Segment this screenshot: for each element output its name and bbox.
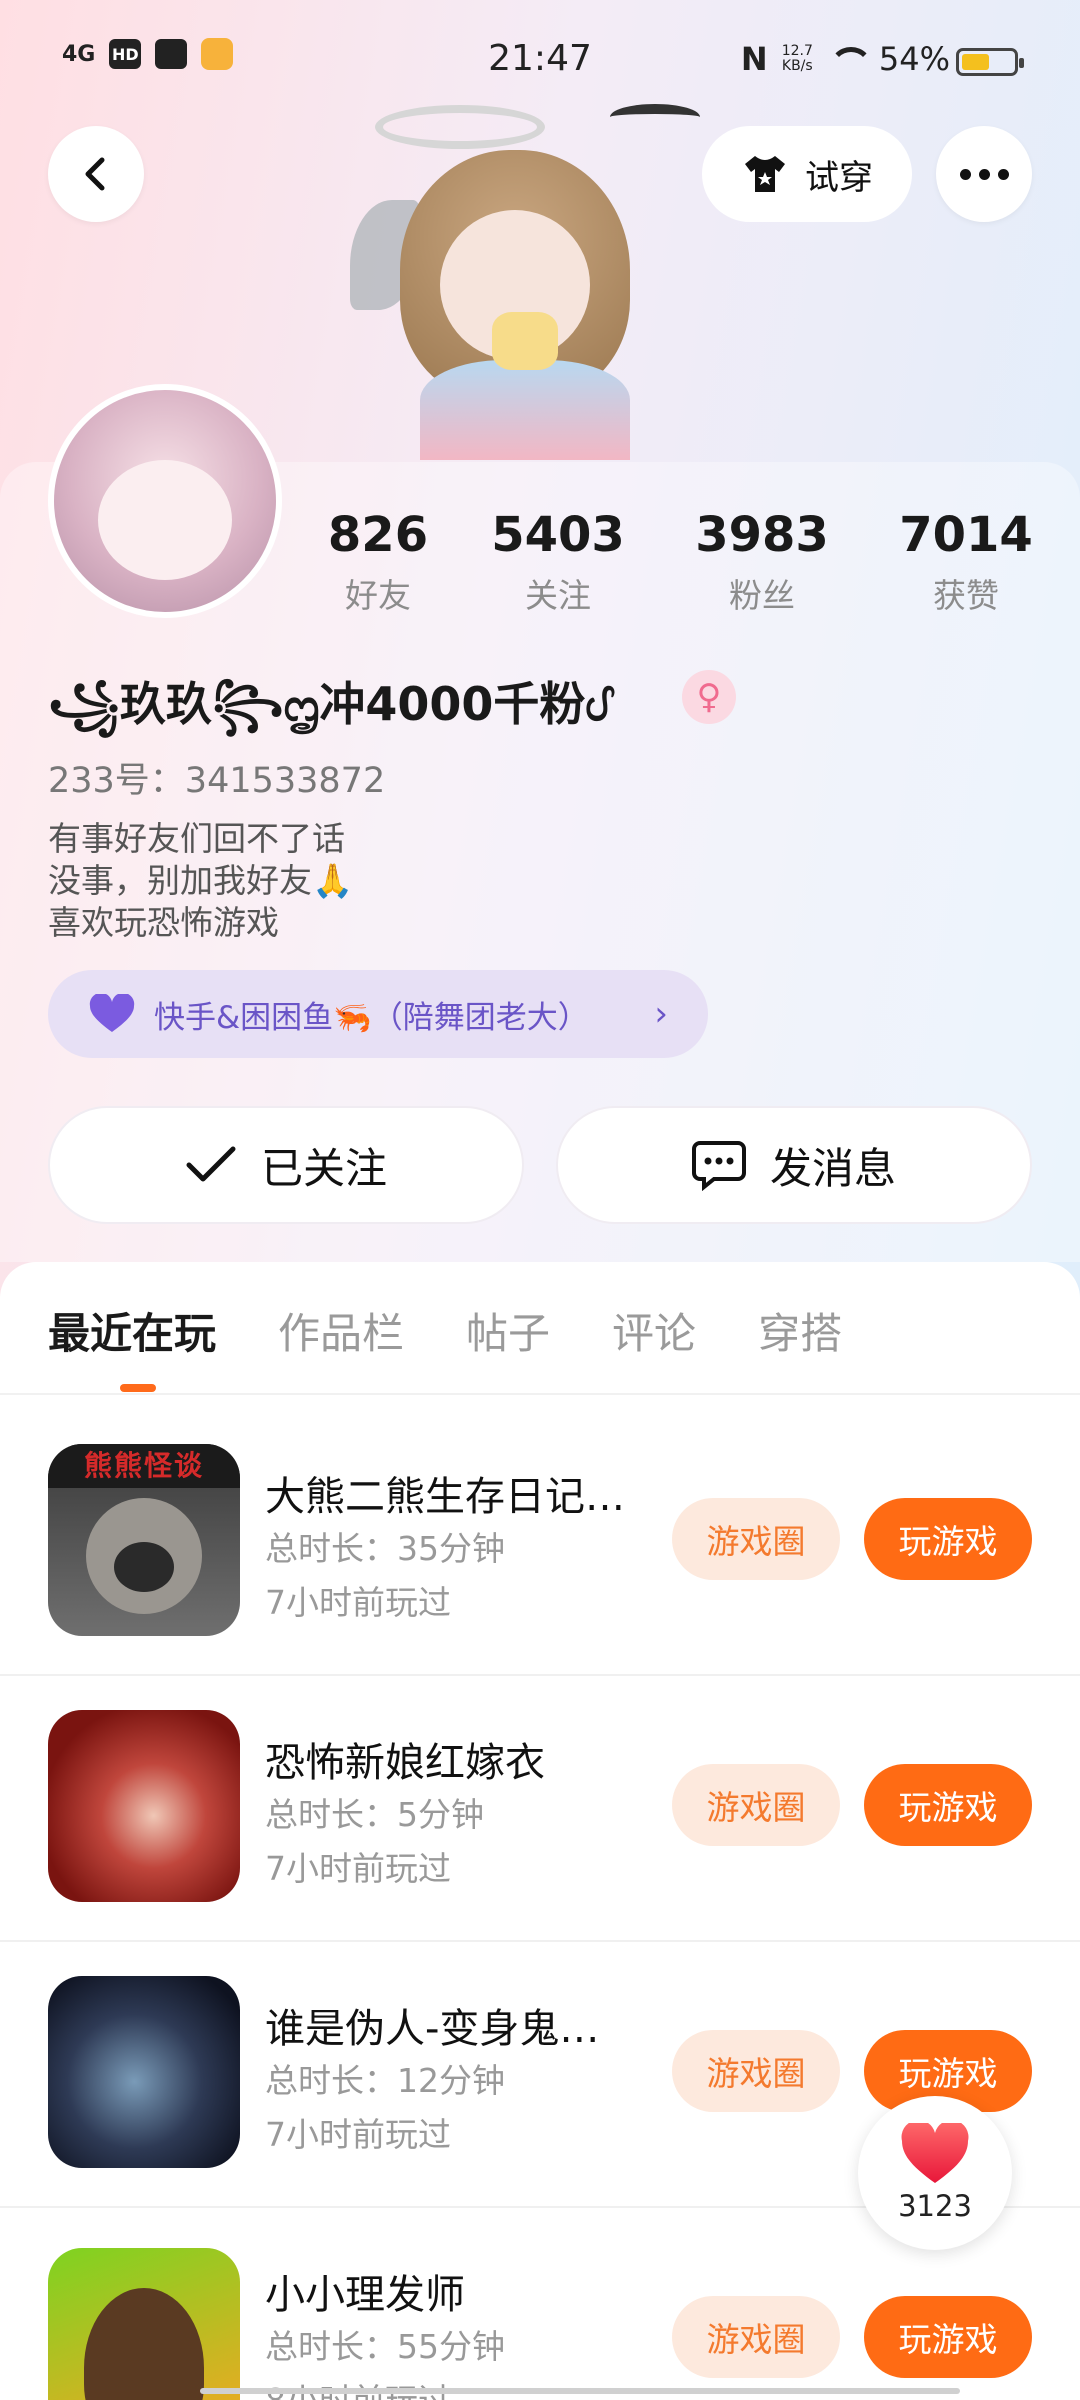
- tab-indicator: [120, 1384, 156, 1392]
- battery-percent: 54%: [878, 40, 950, 78]
- game-circle-button[interactable]: 游戏圈: [672, 2296, 840, 2378]
- game-list-item[interactable]: 熊熊怪谈 大熊二熊生存日记… 总时长：35分钟 7小时前玩过 游戏圈 玩游戏: [0, 1410, 1080, 1676]
- message-button[interactable]: 发消息: [556, 1106, 1032, 1224]
- try-on-label: 试穿: [805, 157, 873, 198]
- play-game-button[interactable]: 玩游戏: [864, 1498, 1032, 1580]
- network-speed-unit: KB/s: [781, 58, 813, 74]
- stat-friends[interactable]: 826 好友: [288, 505, 468, 617]
- tab-comments[interactable]: 评论: [612, 1300, 696, 1361]
- female-icon: ♀: [682, 670, 736, 724]
- game-icon-banner: 熊熊怪谈: [48, 1444, 240, 1488]
- bear-illustration: [86, 1498, 202, 1614]
- network-speed-value: 12.7: [781, 43, 813, 59]
- game-last-played: 7小时前玩过: [265, 2115, 451, 2154]
- game-last-played: 8小时前玩过: [265, 2374, 451, 2400]
- tab-outfits[interactable]: 穿搭: [758, 1300, 842, 1361]
- stat-label: 粉丝: [729, 576, 795, 615]
- user-id[interactable]: 233号：341533872: [48, 752, 385, 803]
- more-button[interactable]: [936, 126, 1032, 222]
- bio-line: 喜欢玩恐怖游戏: [48, 903, 279, 942]
- game-duration: 总时长：55分钟: [265, 2327, 505, 2366]
- nfc-icon: N: [740, 40, 768, 78]
- followed-label: 已关注: [260, 1143, 387, 1193]
- group-tag-label: 快手&困困鱼🦐（陪舞团老大）: [154, 999, 589, 1036]
- group-tag[interactable]: 快手&困困鱼🦐（陪舞团老大） ›: [48, 970, 708, 1058]
- floating-like-button[interactable]: 3123: [858, 2096, 1012, 2250]
- like-count: 3123: [898, 2189, 972, 2223]
- stat-label: 关注: [525, 576, 591, 615]
- avatar-bird: [610, 104, 700, 130]
- tab-recently-played[interactable]: 最近在玩: [48, 1300, 216, 1361]
- stat-fans[interactable]: 3983 粉丝: [672, 505, 852, 617]
- more-dots-icon: [959, 168, 1009, 180]
- chat-bubble-icon: [691, 1141, 746, 1191]
- game-title: 恐怖新娘红嫁衣: [265, 1740, 545, 1786]
- stat-following[interactable]: 5403 关注: [468, 505, 648, 617]
- game-icon[interactable]: 熊熊怪谈: [48, 1444, 240, 1636]
- back-button[interactable]: [48, 126, 144, 222]
- bio: 有事好友们回不了话 没事，别加我好友🙏 喜欢玩恐怖游戏: [48, 818, 353, 944]
- check-icon: [186, 1146, 236, 1182]
- bio-line: 有事好友们回不了话: [48, 819, 345, 858]
- bio-line: 没事，别加我好友🙏: [48, 861, 354, 900]
- chevron-left-icon: [85, 157, 105, 191]
- stat-value: 3983: [695, 507, 829, 563]
- stat-label: 获赞: [933, 576, 999, 615]
- stat-value: 5403: [491, 507, 625, 563]
- stat-likes[interactable]: 7014 获赞: [876, 505, 1056, 617]
- game-circle-button[interactable]: 游戏圈: [672, 1764, 840, 1846]
- game-duration: 总时长：35分钟: [265, 1529, 505, 1568]
- game-duration: 总时长：12分钟: [265, 2061, 505, 2100]
- game-circle-button[interactable]: 游戏圈: [672, 2030, 840, 2112]
- try-on-button[interactable]: 试穿: [702, 126, 912, 222]
- game-title: 大熊二熊生存日记…: [265, 1474, 625, 1520]
- wifi-icon: [827, 45, 873, 73]
- game-last-played: 7小时前玩过: [265, 1583, 451, 1622]
- purple-heart-icon: [89, 994, 135, 1032]
- game-icon[interactable]: [48, 2248, 240, 2400]
- status-bar: 4G HD 21:47 N 12.7 KB/s 54%: [0, 0, 1080, 120]
- profile-tabs: 最近在玩 作品栏 帖子 评论 穿搭: [48, 1300, 842, 1361]
- game-icon[interactable]: [48, 1976, 240, 2168]
- tabs-divider: [0, 1393, 1080, 1395]
- shirt-icon: [745, 156, 785, 192]
- game-duration: 总时长：5分钟: [265, 1795, 484, 1834]
- battery-icon: [956, 48, 1024, 76]
- avatar-halo: [375, 105, 545, 149]
- game-title: 谁是伪人-变身鬼…: [265, 2006, 600, 2052]
- play-game-button[interactable]: 玩游戏: [864, 2296, 1032, 2378]
- chevron-right-icon: ›: [654, 994, 668, 1034]
- avatar[interactable]: [48, 384, 282, 618]
- nickname: ꧁玖玖꧂ᦗ冲4000千粉ᦔ: [48, 677, 610, 731]
- game-list-item[interactable]: 恐怖新娘红嫁衣 总时长：5分钟 7小时前玩过 游戏圈 玩游戏: [0, 1676, 1080, 1942]
- battery-level: [962, 54, 989, 70]
- heart-icon: [901, 2123, 969, 2183]
- tab-posts[interactable]: 帖子: [466, 1300, 550, 1361]
- game-title: 小小理发师: [265, 2272, 465, 2318]
- stat-value: 7014: [899, 507, 1033, 563]
- network-speed: 12.7 KB/s: [782, 44, 813, 74]
- stat-label: 好友: [345, 576, 411, 615]
- game-icon[interactable]: [48, 1710, 240, 1902]
- tab-works[interactable]: 作品栏: [278, 1300, 404, 1361]
- stat-value: 826: [327, 507, 429, 563]
- play-game-button[interactable]: 玩游戏: [864, 1764, 1032, 1846]
- game-last-played: 7小时前玩过: [265, 1849, 451, 1888]
- message-label: 发消息: [769, 1143, 896, 1193]
- avatar-figure-outfit: [420, 360, 630, 460]
- game-circle-button[interactable]: 游戏圈: [672, 1498, 840, 1580]
- home-indicator[interactable]: [200, 2388, 960, 2394]
- followed-button[interactable]: 已关注: [48, 1106, 524, 1224]
- avatar-figure-accessory: [492, 312, 558, 370]
